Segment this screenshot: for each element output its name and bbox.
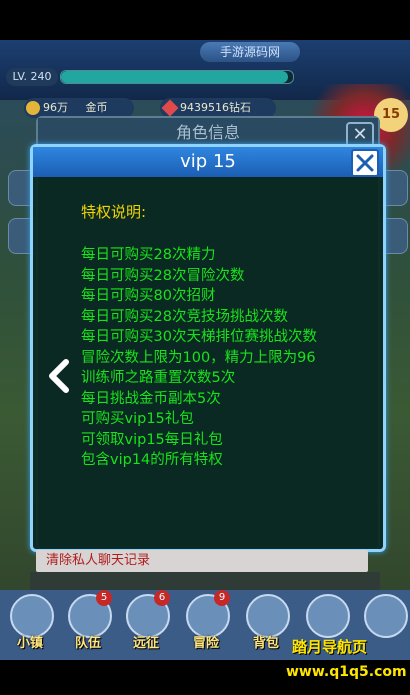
privilege-heading: 特权说明:	[81, 203, 147, 221]
diamond-label: 钻石	[229, 101, 251, 114]
menu-item-label: 小镇	[16, 636, 43, 651]
menu-item-label: 背包	[252, 636, 279, 651]
clear-chat-button[interactable]: 清除私人聊天记录	[36, 550, 368, 572]
benefit-item: 冒险次数上限为100，精力上限为96	[81, 349, 316, 366]
benefit-item: 每日可购买80次招财	[81, 288, 216, 304]
top-black-band	[0, 0, 410, 40]
benefit-item: 每日可购买28次精力	[81, 247, 216, 263]
diamond-amount: 9439516	[180, 101, 229, 114]
benefit-item: 可领取vip15每日礼包	[81, 431, 223, 448]
chevron-left-icon[interactable]	[44, 358, 72, 394]
exp-bar	[60, 70, 294, 84]
menu-item-label: 冒险	[192, 636, 219, 651]
vip-dialog: vip 15 特权说明: 每日可购买28次精力 每日可购买28次冒险次数 每日可购买…	[30, 144, 386, 552]
menu-item-label: 队伍	[74, 636, 101, 651]
bottom-menu-item[interactable]: 小镇	[2, 590, 58, 660]
menu-item-badge: 6	[154, 590, 170, 606]
menu-item-badge: 5	[96, 590, 112, 606]
bottom-menu-item[interactable]: 冒险 9	[178, 590, 234, 660]
top-watermark: 手游源码网	[200, 42, 300, 62]
benefit-item: 包含vip14的所有特权	[81, 452, 223, 468]
menu-item-badge: 9	[214, 590, 230, 606]
bottom-menu-item[interactable]: 背包	[238, 590, 294, 660]
dialog-bottom-strip	[30, 572, 380, 590]
benefit-item: 每日挑战金币副本5次	[81, 390, 221, 407]
gold-display: 96万 金币	[24, 98, 134, 118]
benefit-list: 每日可购买28次精力每日可购买28次冒险次数 每日可购买80次招财每日可购买28次…	[81, 245, 317, 471]
benefit-item: 训练师之路重置次数5次	[81, 370, 236, 386]
bottom-menu-item[interactable]: 远征 6	[118, 590, 174, 660]
benefit-item: 每日可购买28次冒险次数	[81, 267, 245, 284]
gold-label: 金币	[85, 101, 108, 114]
diamond-icon	[161, 99, 179, 117]
exp-bar-fill	[61, 71, 289, 83]
close-icon[interactable]	[351, 149, 379, 177]
level-badge: LV. 240	[6, 68, 58, 86]
benefit-item: 每日可购买30次天梯排位赛挑战次数	[81, 329, 317, 345]
menu-item-icon	[306, 594, 350, 638]
menu-item-label: 远征	[132, 636, 159, 651]
diamond-display: 9439516钻石	[160, 98, 276, 118]
menu-item-icon	[364, 594, 408, 638]
site-watermark-url: www.q1q5.com	[286, 664, 407, 680]
vip-dialog-title: vip 15	[33, 147, 383, 177]
benefit-item: 每日可购买28次竞技场挑战次数	[81, 308, 288, 325]
gold-amount: 96万	[43, 101, 68, 114]
site-watermark-name: 踏月导航页	[292, 638, 368, 656]
benefit-item: 可购买vip15礼包	[81, 411, 194, 427]
bottom-menu-item[interactable]: 队伍 5	[60, 590, 116, 660]
gold-coin-icon	[26, 101, 40, 115]
